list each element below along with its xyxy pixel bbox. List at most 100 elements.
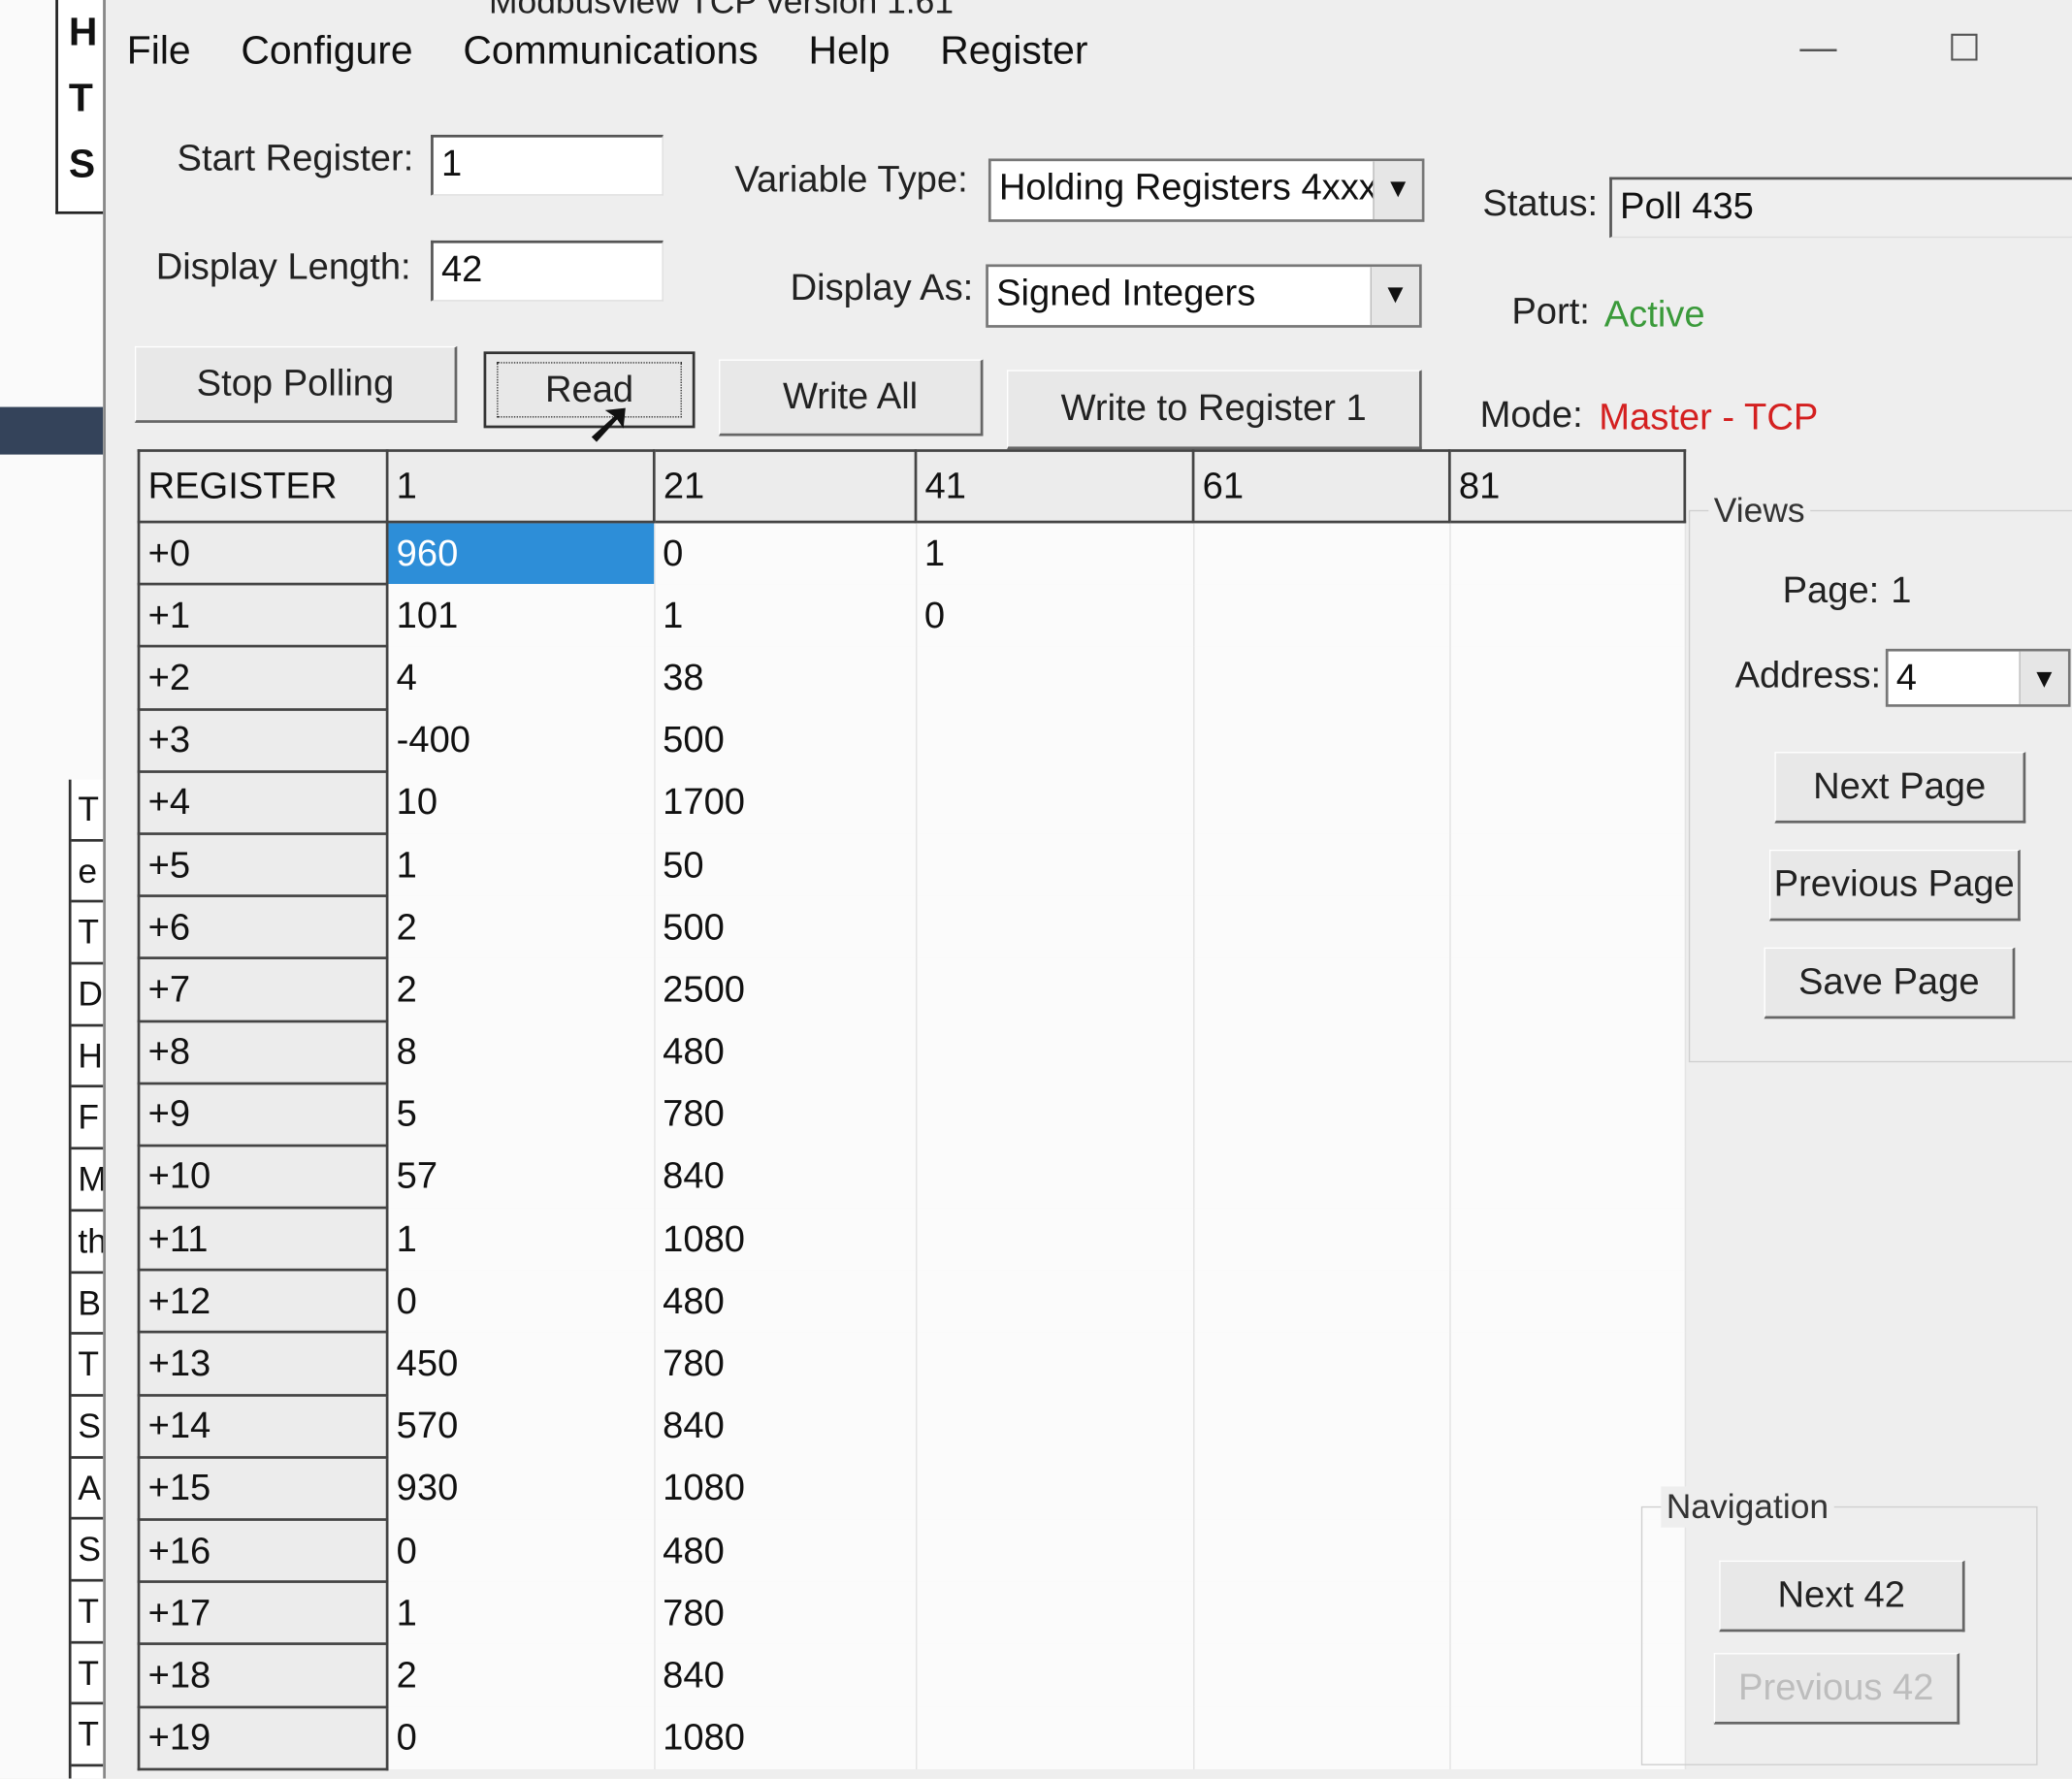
register-cell[interactable] [916,1020,1194,1084]
register-cell[interactable] [1193,958,1451,1021]
register-cell[interactable]: 10 [387,771,655,834]
register-cell[interactable]: 1 [387,833,655,896]
menu-help[interactable]: Help [808,29,890,74]
register-cell[interactable]: 500 [654,895,917,959]
register-cell[interactable]: 4 [387,646,655,709]
register-cell[interactable]: -400 [387,708,655,772]
register-cell[interactable]: 50 [654,833,917,896]
register-cell[interactable] [1449,1020,1686,1084]
register-cell[interactable]: 0 [387,1519,655,1582]
register-cell[interactable]: 500 [654,708,917,772]
register-grid[interactable]: REGISTER 1 21 41 61 81 +0 960 0 1 +1 101 1 0 +2 4… [137,449,1697,1771]
register-cell[interactable] [916,1519,1194,1582]
register-cell[interactable] [1193,1706,1451,1769]
register-cell[interactable] [1449,958,1686,1021]
register-cell[interactable] [916,646,1194,709]
register-cell[interactable] [1449,771,1686,834]
register-cell[interactable] [916,1644,1194,1707]
register-cell[interactable] [1449,708,1686,772]
register-cell[interactable] [916,958,1194,1021]
register-cell[interactable]: 780 [654,1083,917,1146]
register-cell[interactable] [1193,1083,1451,1146]
minimize-button[interactable]: — [1799,26,1836,69]
chevron-down-icon[interactable]: ▼ [2019,651,2068,705]
stop-polling-button[interactable]: Stop Polling [134,345,458,423]
register-cell[interactable] [1193,771,1451,834]
start-register-input[interactable]: 1 [431,134,664,196]
register-cell[interactable]: 960 [387,522,655,585]
register-cell[interactable] [916,708,1194,772]
register-cell[interactable] [916,1457,1194,1520]
register-cell[interactable]: 101 [387,584,655,647]
register-cell[interactable]: 1 [916,522,1194,585]
next-42-button[interactable]: Next 42 [1719,1560,1965,1633]
register-cell[interactable]: 930 [387,1457,655,1520]
register-cell[interactable]: 0 [387,1706,655,1769]
register-cell[interactable]: 5 [387,1083,655,1146]
register-cell[interactable]: 450 [387,1332,655,1395]
register-cell[interactable] [1193,1145,1451,1209]
register-cell[interactable] [916,833,1194,896]
register-cell[interactable] [1193,646,1451,709]
register-cell[interactable] [1193,1394,1451,1458]
register-cell[interactable]: 1700 [654,771,917,834]
register-cell[interactable]: 570 [387,1394,655,1458]
register-cell[interactable]: 8 [387,1020,655,1084]
menu-register[interactable]: Register [940,29,1087,74]
previous-page-button[interactable]: Previous Page [1768,849,2021,922]
register-cell[interactable] [1193,1457,1451,1520]
register-cell[interactable] [1193,1332,1451,1395]
register-cell[interactable] [1193,1270,1451,1333]
register-cell[interactable]: 57 [387,1145,655,1209]
write-all-button[interactable]: Write All [719,359,984,437]
register-cell[interactable]: 1 [654,584,917,647]
register-cell[interactable] [916,895,1194,959]
register-cell[interactable] [1449,1394,1686,1458]
register-cell[interactable]: 840 [654,1145,917,1209]
register-cell[interactable] [1193,895,1451,959]
chevron-down-icon[interactable]: ▼ [1373,161,1422,220]
register-cell[interactable] [1449,833,1686,896]
register-cell[interactable]: 480 [654,1519,917,1582]
register-cell[interactable] [1449,1270,1686,1333]
register-cell[interactable]: 2 [387,895,655,959]
register-cell[interactable]: 780 [654,1581,917,1645]
register-cell[interactable]: 1080 [654,1706,917,1769]
register-cell[interactable] [1449,895,1686,959]
write-to-register-button[interactable]: Write to Register 1 [1006,370,1422,450]
register-cell[interactable]: 840 [654,1644,917,1707]
register-cell[interactable] [1449,1145,1686,1209]
register-cell[interactable]: 1080 [654,1457,917,1520]
register-cell[interactable] [1193,833,1451,896]
register-cell[interactable] [916,1270,1194,1333]
register-cell[interactable]: 0 [654,522,917,585]
previous-42-button[interactable]: Previous 42 [1713,1653,1960,1725]
register-cell[interactable] [916,1706,1194,1769]
menu-communications[interactable]: Communications [463,29,758,74]
register-cell[interactable]: 1 [387,1208,655,1271]
maximize-button[interactable]: ☐ [1948,26,1981,70]
register-cell[interactable] [916,771,1194,834]
register-cell[interactable]: 2500 [654,958,917,1021]
menu-configure[interactable]: Configure [241,29,412,74]
register-cell[interactable] [1193,584,1451,647]
register-cell[interactable] [916,1083,1194,1146]
register-cell[interactable]: 480 [654,1020,917,1084]
register-cell[interactable]: 1080 [654,1208,917,1271]
chevron-down-icon[interactable]: ▼ [1370,267,1420,326]
register-cell[interactable] [1193,1581,1451,1645]
register-cell[interactable]: 840 [654,1394,917,1458]
register-cell[interactable]: 780 [654,1332,917,1395]
register-cell[interactable]: 38 [654,646,917,709]
address-select[interactable]: 4 ▼ [1885,648,2071,707]
register-cell[interactable]: 480 [654,1270,917,1333]
register-cell[interactable] [916,1581,1194,1645]
register-cell[interactable] [1449,1208,1686,1271]
register-cell[interactable] [916,1332,1194,1395]
next-page-button[interactable]: Next Page [1774,752,2026,824]
register-cell[interactable] [1449,1332,1686,1395]
register-cell[interactable] [1193,1644,1451,1707]
register-cell[interactable]: 2 [387,958,655,1021]
display-as-select[interactable]: Signed Integers ▼ [986,264,1422,328]
register-cell[interactable]: 2 [387,1644,655,1707]
